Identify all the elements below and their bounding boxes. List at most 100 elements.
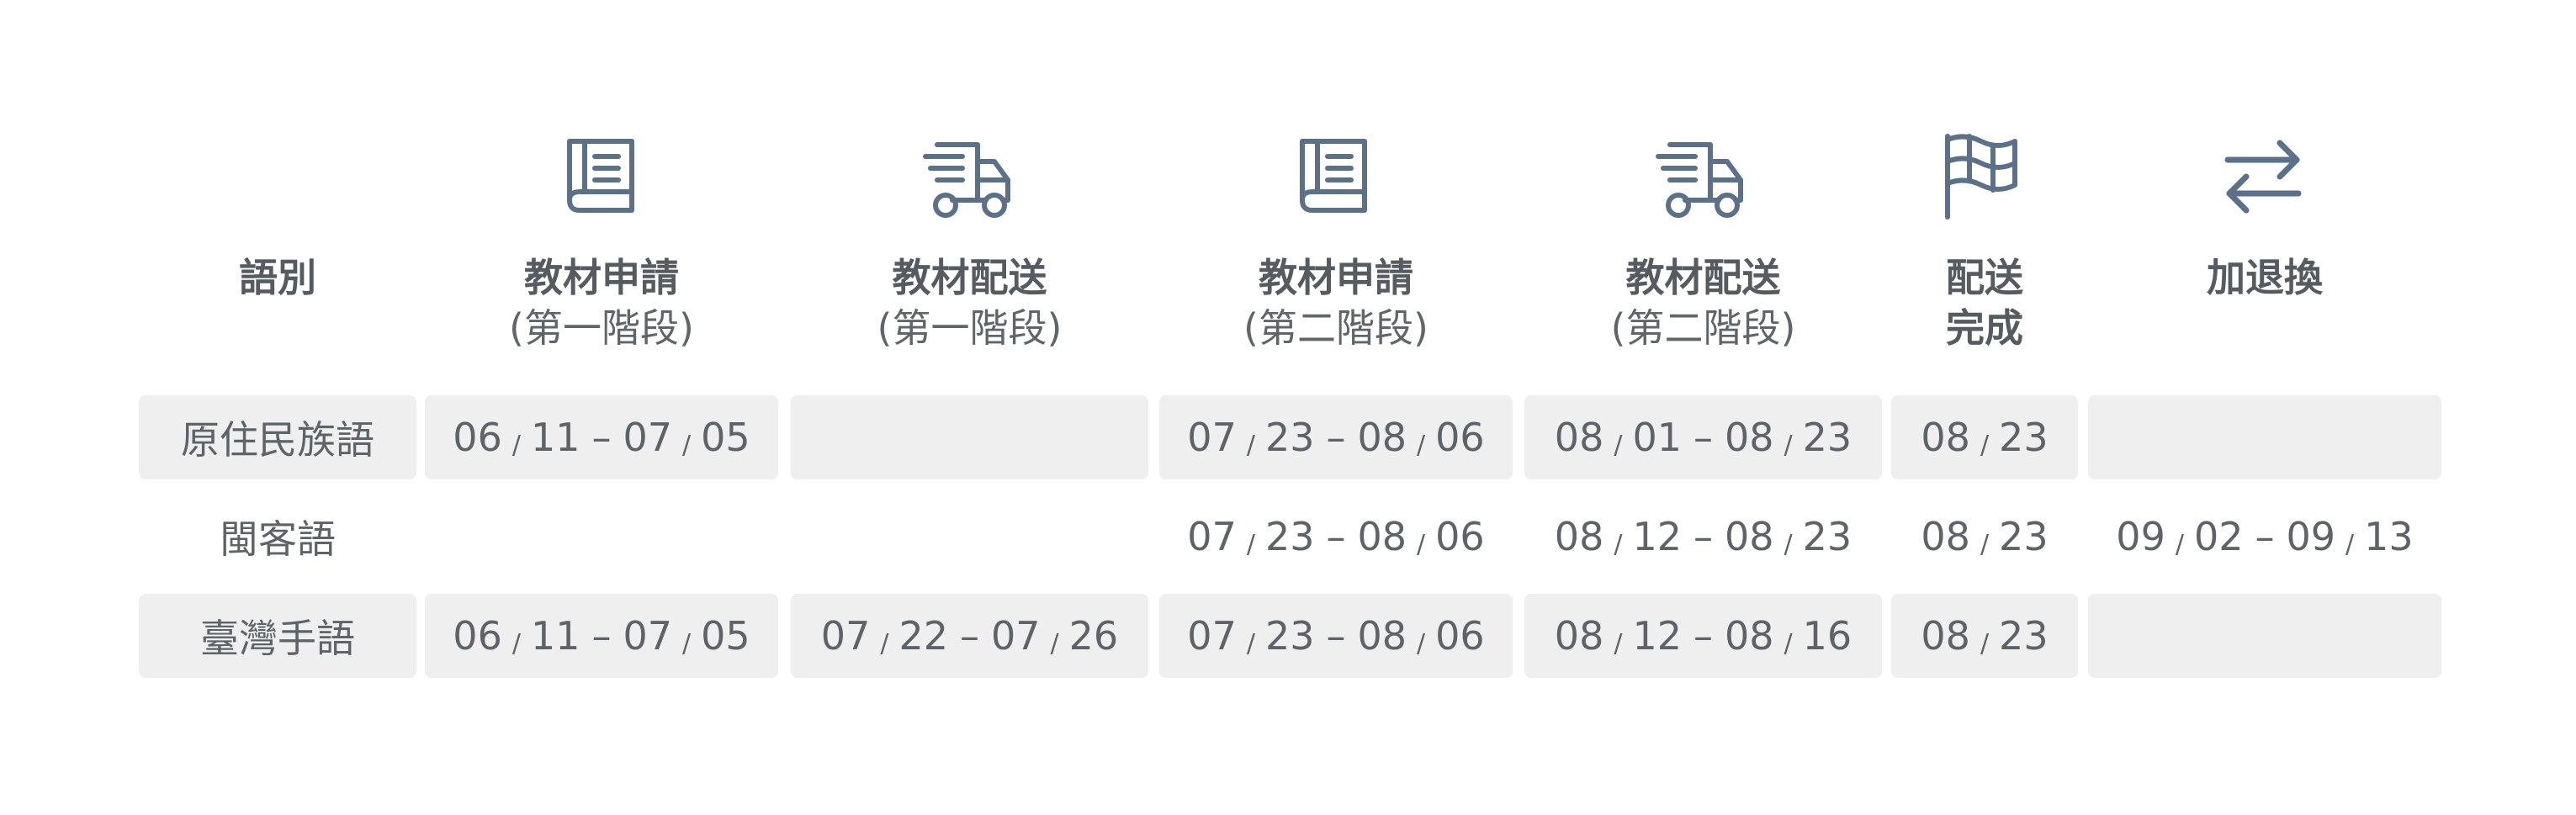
date: 09 / 13 <box>2287 514 2414 559</box>
header-subtitle: (第一階段) <box>877 305 1063 351</box>
date-day: 12 <box>1632 613 1682 659</box>
language-label-cell: 臺灣手語 <box>139 594 416 678</box>
date: 08 / 06 <box>1358 613 1485 659</box>
empty-cell <box>2088 594 2441 678</box>
date: 06 / 11 <box>453 613 580 659</box>
date-cell: 08/01–08/23 <box>1524 395 1882 479</box>
date-separator: / <box>511 431 521 460</box>
header-subtitle: (第二階段) <box>1610 305 1796 351</box>
date-month: 07 <box>991 613 1041 659</box>
date-month: 08 <box>1554 613 1604 659</box>
date-separator: / <box>1784 431 1793 460</box>
header-title: 教材申請 <box>1259 255 1413 300</box>
date-cell: 08 / 23 <box>1891 395 2078 479</box>
language-header-label: 語別 <box>239 255 316 300</box>
book-icon <box>1284 126 1385 227</box>
range-dash: – <box>960 613 979 659</box>
date-day: 23 <box>1999 613 2049 659</box>
date-month: 07 <box>623 415 673 460</box>
header-title: 教材配送 <box>892 255 1047 300</box>
date: 06 / 11 <box>453 415 580 460</box>
date-month: 08 <box>1357 613 1407 659</box>
date-day: 05 <box>701 613 750 659</box>
date-separator: / <box>880 629 889 659</box>
date-day: 22 <box>898 613 948 659</box>
header-col-4: 教材配送 (第二階段) <box>1524 252 1882 353</box>
date-separator: / <box>2175 530 2184 559</box>
language-column-header: 語別 <box>139 252 416 303</box>
date-month: 08 <box>1357 415 1407 460</box>
date-month: 07 <box>1187 613 1237 659</box>
date-month: 08 <box>1357 514 1407 559</box>
date-month: 08 <box>1921 514 1970 559</box>
date-day: 23 <box>1264 415 1315 460</box>
header-col-6: 加退換 <box>2088 252 2441 303</box>
date-month: 08 <box>1725 613 1774 659</box>
date: 07 / 23 <box>1187 415 1314 460</box>
date: 08 / 06 <box>1358 514 1485 559</box>
empty-cell <box>2088 395 2441 479</box>
range-dash: – <box>1326 613 1346 659</box>
date: 08 / 12 <box>1555 613 1682 659</box>
date-cell: 06 / 11–07 / 05 <box>425 395 778 479</box>
date: 07 / 26 <box>991 613 1118 659</box>
empty-cell <box>791 395 1148 479</box>
header-title: 配送 <box>1946 255 2023 300</box>
date: 08 / 23 <box>1921 613 2048 659</box>
date-separator: / <box>1614 629 1623 659</box>
date-separator: / <box>1614 530 1623 559</box>
date: 08 / 23 <box>1921 415 2048 460</box>
header-col-5: 配送 完成 <box>1891 252 2078 353</box>
exchange-arrows-icon <box>2213 126 2314 227</box>
date-month: 07 <box>1187 415 1237 460</box>
empty-cell <box>425 495 778 579</box>
date-separator: / <box>1246 530 1255 559</box>
date: 07 / 23 <box>1187 514 1314 559</box>
date: 07 / 05 <box>623 613 750 659</box>
date-cell: 07 / 23–08 / 06 <box>1159 395 1513 479</box>
date-month: 08 <box>1554 514 1604 559</box>
header-col-2: 教材配送 (第一階段) <box>791 252 1148 353</box>
date: 08 / 06 <box>1358 415 1485 460</box>
date-day: 11 <box>530 613 580 659</box>
book-icon <box>551 126 652 227</box>
schedule-table: 語別 教材申請 (第一階段) 教材配送 (第一階段) 教材申請 (第二階段) 教… <box>0 0 2576 815</box>
date-day: 06 <box>1435 613 1485 659</box>
date-cell: 09/02–09/13 <box>2088 495 2441 579</box>
date-day: 06 <box>1435 415 1485 460</box>
header-title: 加退換 <box>2207 255 2323 300</box>
date-day: 23 <box>1999 415 2049 460</box>
range-dash: – <box>1326 514 1346 559</box>
flag-icon <box>1931 126 2032 227</box>
date-separator: / <box>1417 629 1426 659</box>
language-label-cell: 原住民族語 <box>139 395 416 479</box>
date-month: 07 <box>1187 514 1237 559</box>
range-dash: – <box>591 415 612 460</box>
date-day: 23 <box>1999 514 2049 559</box>
date: 07 / 05 <box>623 415 750 460</box>
date-month: 07 <box>820 613 871 659</box>
range-dash: – <box>1693 613 1713 659</box>
date-cell: 07 / 22–07/26 <box>791 594 1148 678</box>
header-title: 教材申請 <box>524 255 679 300</box>
date-day: 02 <box>2193 514 2244 559</box>
range-dash: – <box>1693 415 1713 460</box>
date-month: 06 <box>453 613 502 659</box>
date-day: 23 <box>1802 415 1852 460</box>
date-separator: / <box>1417 431 1426 460</box>
date-separator: / <box>511 629 521 659</box>
date-separator: / <box>1246 629 1255 659</box>
date-day: 11 <box>530 415 580 460</box>
date-day: 23 <box>1264 613 1315 659</box>
date-cell: 08 / 23 <box>1891 594 2078 678</box>
header-subtitle: (第二階段) <box>1243 305 1428 351</box>
date-month: 08 <box>1725 415 1774 460</box>
date-cell: 08/12–08/16 <box>1524 594 1882 678</box>
date-month: 08 <box>1554 415 1604 460</box>
header-subtitle: 完成 <box>1946 305 2023 351</box>
date-month: 06 <box>453 415 502 460</box>
date-cell: 07 / 23–08 / 06 <box>1159 594 1513 678</box>
date: 07 / 23 <box>1187 613 1314 659</box>
date-separator: / <box>1980 629 1990 659</box>
date: 08 / 01 <box>1555 415 1682 460</box>
